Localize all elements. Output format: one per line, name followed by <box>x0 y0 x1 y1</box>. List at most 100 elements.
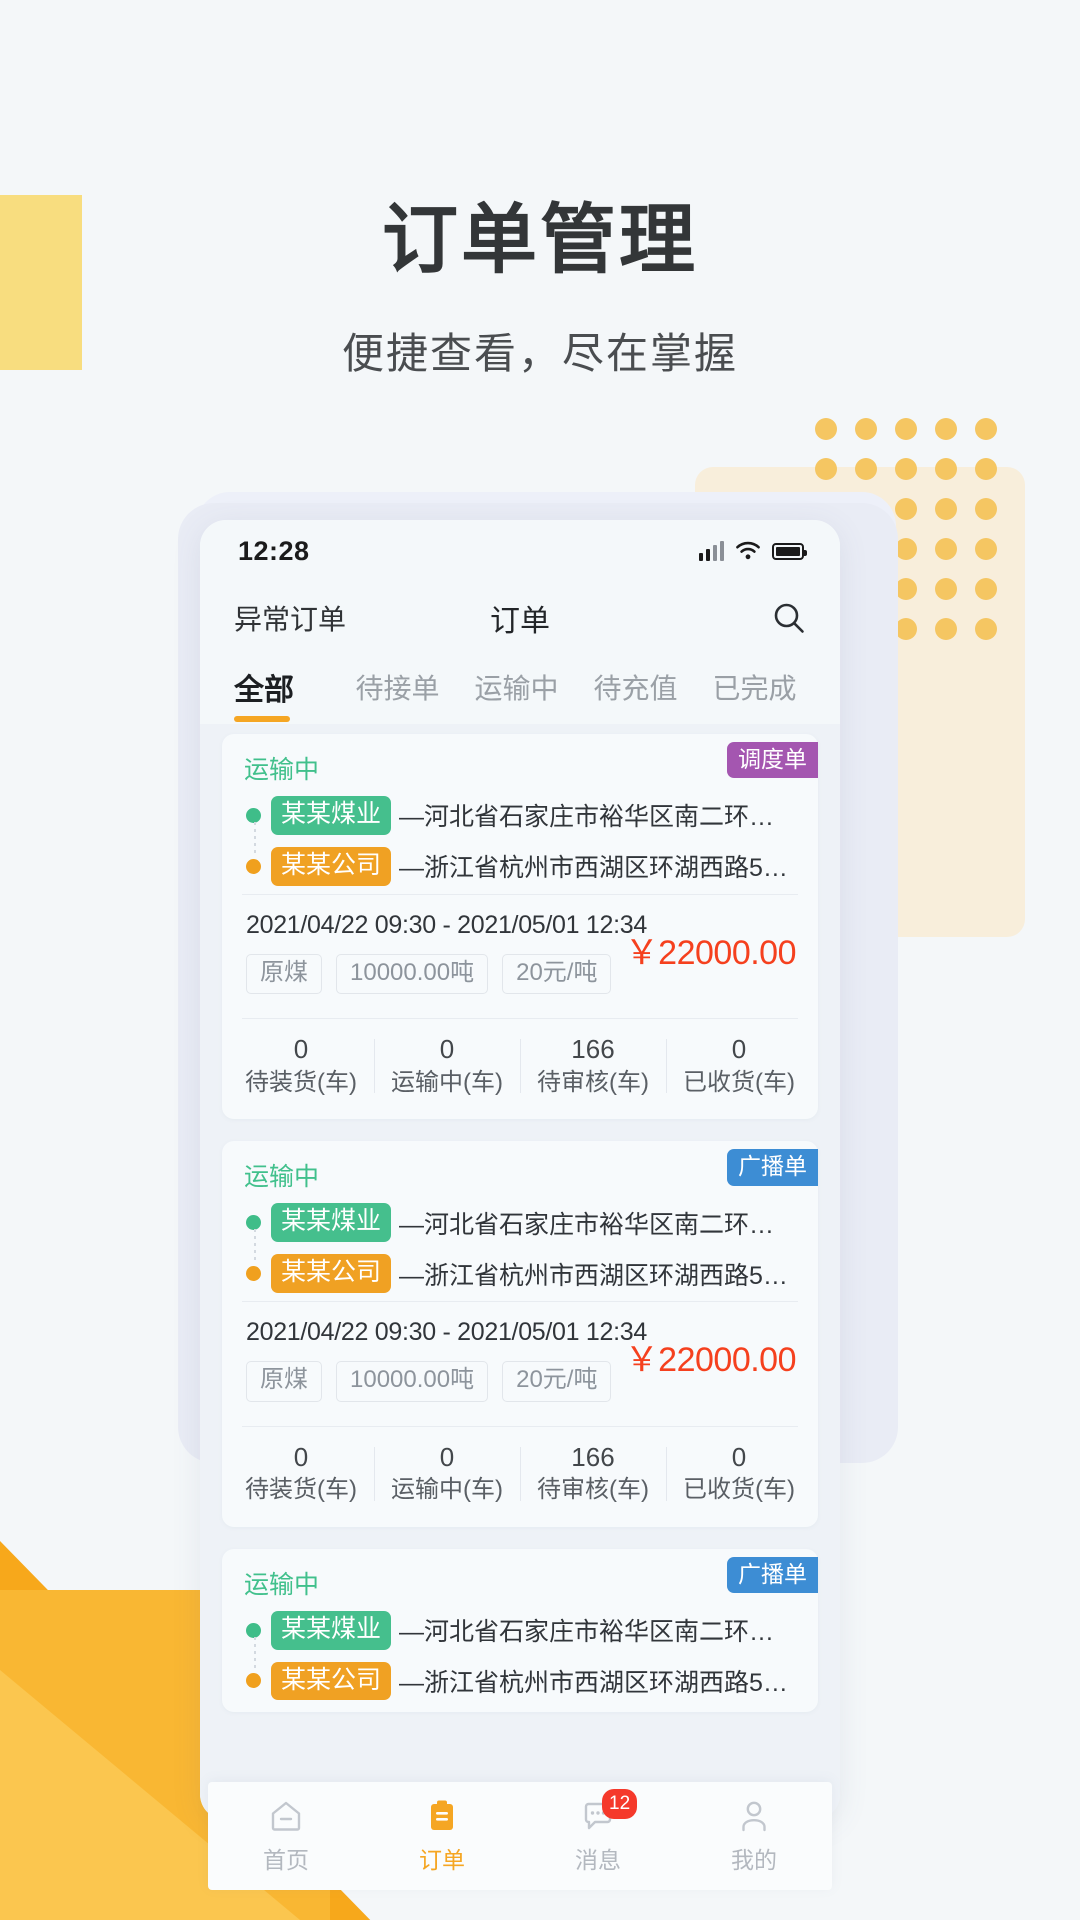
origin-dot-icon <box>246 807 261 823</box>
stat-value: 0 <box>293 1034 309 1065</box>
order-tag: 10000.00吨 <box>336 953 489 995</box>
stat-value: 0 <box>439 1034 455 1065</box>
stat-value: 166 <box>571 1441 615 1472</box>
stat-value: 0 <box>439 1441 455 1472</box>
order-card-header: 运输中 调度单 <box>222 734 818 786</box>
search-button[interactable] <box>772 601 806 635</box>
stat-pending-loading: 0 待装货(车) <box>228 1033 374 1099</box>
destination-company-chip: 某某公司 <box>271 1661 392 1701</box>
stat-label: 待装货(车) <box>245 1476 357 1504</box>
phone-mockup: 12:28 异常订单 订单 全部 待接单 运输中 待充值 已完成 运输中 调度单… <box>200 520 840 1820</box>
route-destination: 某某公司 —浙江省杭州市西湖区环湖西路59米路... <box>246 846 796 886</box>
order-type-badge: 广播单 <box>727 1556 818 1594</box>
order-price: ￥22000.00 <box>624 933 797 972</box>
origin-address: —河北省石家庄市裕华区南二环路南焦... <box>399 1210 796 1239</box>
order-card-header: 运输中 广播单 <box>222 1141 818 1193</box>
route-destination: 某某公司 —浙江省杭州市西湖区环湖西路59米路... <box>246 1661 796 1701</box>
origin-company-chip: 某某煤业 <box>271 1203 392 1243</box>
order-list[interactable]: 运输中 调度单 某某煤业 —河北省石家庄市裕华区南二环路南焦... 某某公司 —… <box>200 724 840 1820</box>
order-tag: 原煤 <box>246 953 322 995</box>
destination-company-chip: 某某公司 <box>271 846 392 886</box>
stat-value: 0 <box>731 1034 747 1065</box>
order-tag: 20元/吨 <box>502 953 612 995</box>
origin-dot-icon <box>246 1215 261 1231</box>
stat-label: 待审核(车) <box>537 1068 649 1096</box>
tab-in-transit[interactable]: 运输中 <box>457 667 576 711</box>
abnormal-orders-link[interactable]: 异常订单 <box>234 598 346 638</box>
route-origin: 某某煤业 —河北省石家庄市裕华区南二环路南焦... <box>246 1203 796 1243</box>
origin-address: —河北省石家庄市裕华区南二环路南焦... <box>399 803 796 832</box>
order-card-header: 运输中 广播单 <box>222 1549 818 1601</box>
order-price: ￥22000.00 <box>624 1340 797 1379</box>
tab-completed[interactable]: 已完成 <box>695 667 814 711</box>
tab-all[interactable]: 全部 <box>230 665 338 722</box>
status-bar: 12:28 <box>200 520 840 582</box>
destination-company-chip: 某某公司 <box>271 1254 392 1293</box>
tabbar-label: 消息 <box>575 1847 621 1873</box>
stat-pending-loading: 0 待装货(车) <box>228 1441 374 1507</box>
route-connector <box>254 1636 256 1669</box>
stat-value: 0 <box>293 1441 309 1472</box>
bottom-tab-bar: 首页 订单 12 消息 我的 <box>208 1782 832 1890</box>
tabbar-item-orders[interactable]: 订单 <box>364 1797 520 1875</box>
order-type-badge: 调度单 <box>727 742 818 779</box>
route-origin: 某某煤业 —河北省石家庄市裕华区南二环路南焦... <box>246 1610 796 1650</box>
destination-dot-icon <box>246 1673 261 1689</box>
route-connector <box>254 822 256 854</box>
page-subtitle: 便捷查看，尽在掌握 <box>341 330 738 377</box>
order-card[interactable]: 运输中 广播单 某某煤业 —河北省石家庄市裕华区南二环路南焦... 某某公司 —… <box>222 1141 818 1527</box>
signal-bars-icon <box>698 541 724 561</box>
order-route: 某某煤业 —河北省石家庄市裕华区南二环路南焦... 某某公司 —浙江省杭州市西湖… <box>222 786 818 886</box>
stat-label: 运输中(车) <box>391 1476 503 1504</box>
order-status: 运输中 <box>244 1570 320 1599</box>
stat-value: 0 <box>731 1441 747 1472</box>
tabbar-item-home[interactable]: 首页 <box>208 1797 364 1875</box>
stat-in-transit: 0 运输中(车) <box>374 1033 520 1099</box>
order-status: 运输中 <box>244 756 320 784</box>
order-stats: 0 待装货(车) 0 运输中(车) 166 待审核(车) 0 已收货(车) <box>222 1019 818 1115</box>
order-card[interactable]: 运输中 广播单 某某煤业 —河北省石家庄市裕华区南二环路南焦... 某某公司 —… <box>222 1548 818 1713</box>
order-tag: 10000.00吨 <box>336 1360 489 1402</box>
destination-address: —浙江省杭州市西湖区环湖西路59米路... <box>399 1261 796 1290</box>
status-icons <box>698 541 807 561</box>
message-count-badge: 12 <box>602 1789 638 1819</box>
destination-address: —浙江省杭州市西湖区环湖西路59米路... <box>399 1668 796 1697</box>
order-route: 某某煤业 —河北省石家庄市裕华区南二环路南焦... 某某公司 —浙江省杭州市西湖… <box>222 1193 818 1293</box>
route-origin: 某某煤业 —河北省石家庄市裕华区南二环路南焦... <box>246 796 796 835</box>
tabbar-label: 订单 <box>419 1847 465 1873</box>
destination-dot-icon <box>246 858 261 874</box>
tabbar-item-messages[interactable]: 12 消息 <box>520 1789 676 1875</box>
order-status: 运输中 <box>244 1163 320 1192</box>
destination-address: —浙江省杭州市西湖区环湖西路59米路... <box>399 854 796 883</box>
order-stats: 0 待装货(车) 0 运输中(车) 166 待审核(车) 0 已收货(车) <box>222 1427 818 1523</box>
tab-pending-recharge[interactable]: 待充值 <box>576 667 695 711</box>
wifi-icon <box>736 541 760 560</box>
order-route: 某某煤业 —河北省石家庄市裕华区南二环路南焦... 某某公司 —浙江省杭州市西湖… <box>222 1601 818 1701</box>
order-tag: 原煤 <box>246 1360 322 1402</box>
tab-pending-accept[interactable]: 待接单 <box>338 667 457 711</box>
origin-dot-icon <box>246 1622 261 1638</box>
person-icon <box>742 1801 766 1832</box>
tabbar-label: 首页 <box>263 1847 309 1873</box>
stat-label: 待装货(车) <box>245 1068 357 1096</box>
tabbar-label: 我的 <box>731 1847 777 1873</box>
stat-received: 0 已收货(车) <box>666 1033 812 1099</box>
origin-company-chip: 某某煤业 <box>271 1610 392 1650</box>
origin-address: —河北省石家庄市裕华区南二环路南焦... <box>399 1618 796 1647</box>
stat-label: 已收货(车) <box>683 1068 795 1096</box>
order-details: 2021/04/22 09:30 - 2021/05/01 12:34 原煤 1… <box>222 895 818 1003</box>
search-icon <box>774 603 804 633</box>
origin-company-chip: 某某煤业 <box>271 796 392 835</box>
order-card[interactable]: 运输中 调度单 某某煤业 —河北省石家庄市裕华区南二环路南焦... 某某公司 —… <box>222 734 818 1120</box>
clipboard-icon <box>431 1800 453 1830</box>
stat-label: 已收货(车) <box>683 1476 795 1504</box>
stat-label: 运输中(车) <box>391 1068 503 1096</box>
status-time: 12:28 <box>238 535 310 566</box>
page-title: 订单管理 <box>382 198 698 283</box>
battery-icon <box>772 542 807 560</box>
app-navbar: 异常订单 订单 <box>200 582 840 654</box>
order-type-badge: 广播单 <box>727 1149 818 1186</box>
route-destination: 某某公司 —浙江省杭州市西湖区环湖西路59米路... <box>246 1254 796 1293</box>
tabbar-item-profile[interactable]: 我的 <box>676 1797 832 1875</box>
route-connector <box>254 1229 256 1262</box>
